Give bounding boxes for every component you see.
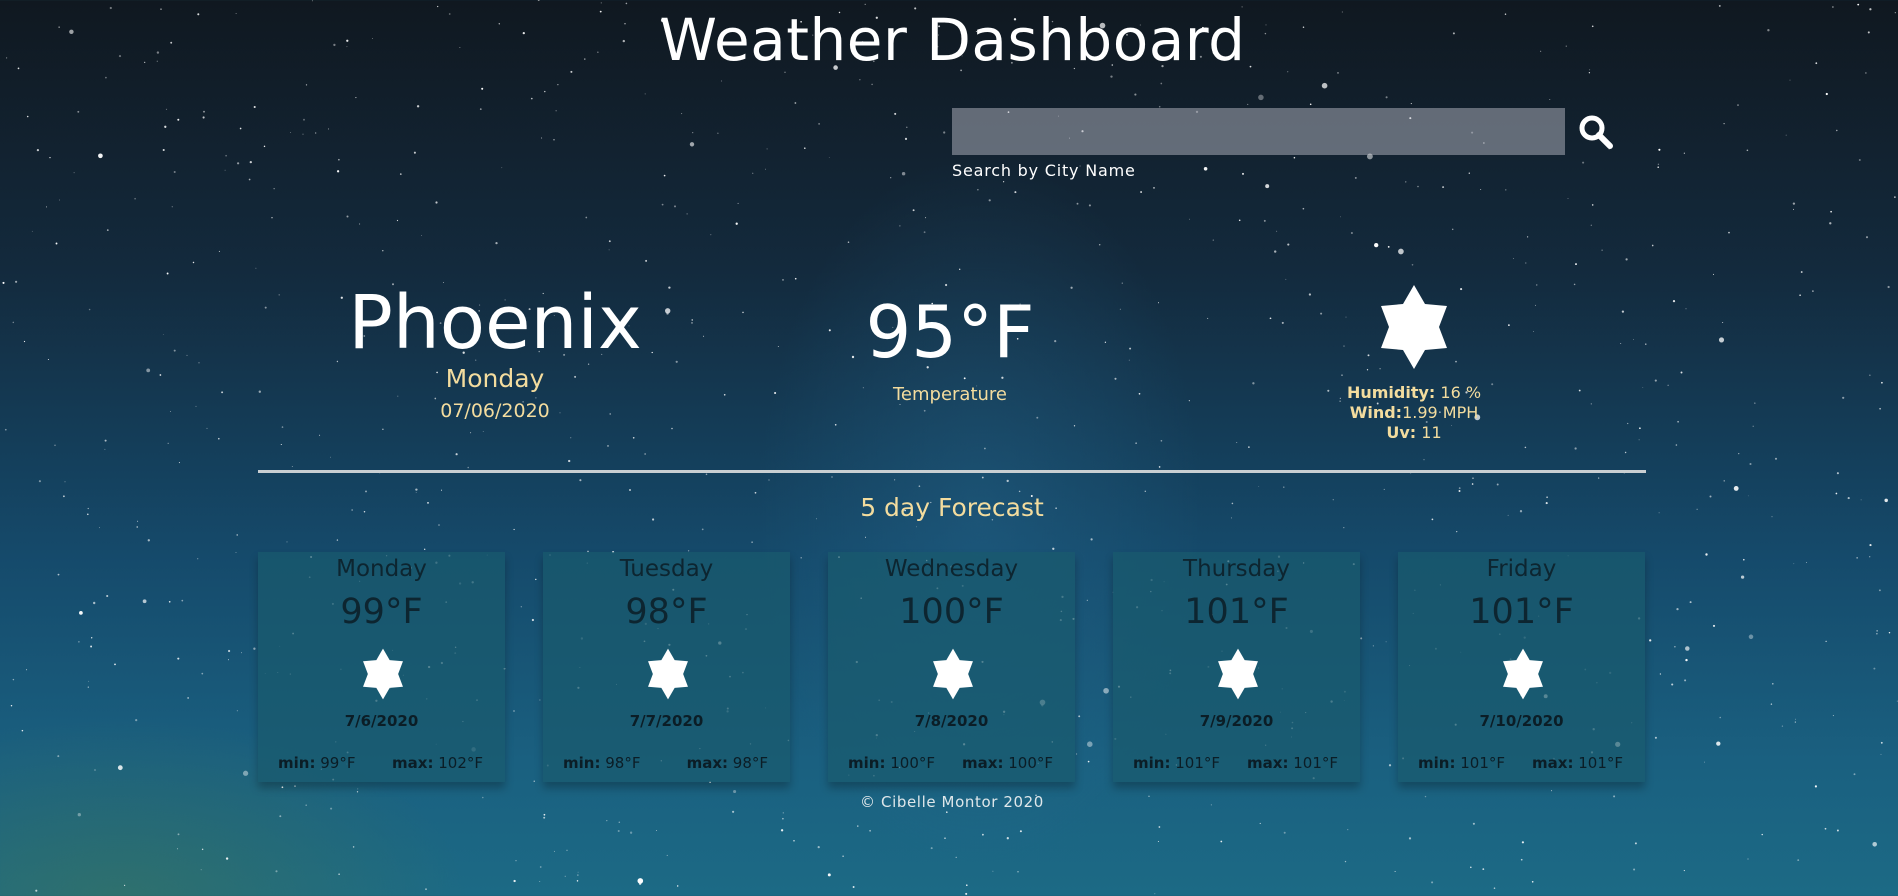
- page-title: Weather Dashboard: [659, 6, 1246, 74]
- max-value: 100°F: [1008, 754, 1053, 772]
- max-label: max:: [962, 754, 1004, 772]
- humidity-row: Humidity: 16 %: [1264, 383, 1564, 403]
- forecast-card: Friday 101°F 7/10/2020 min: 101°F max: 1…: [1398, 552, 1645, 782]
- min-label: min:: [278, 754, 316, 772]
- max-value: 101°F: [1293, 754, 1338, 772]
- forecast-max: max: 102°F: [392, 754, 483, 772]
- min-value: 101°F: [1175, 754, 1220, 772]
- divider: [258, 470, 1646, 473]
- forecast-temp: 101°F: [1184, 592, 1289, 632]
- forecast-temp: 98°F: [625, 592, 708, 632]
- uv-value: 11: [1421, 423, 1442, 442]
- forecast-card: Wednesday 100°F 7/8/2020 min: 100°F max:…: [828, 552, 1075, 782]
- temperature-label: Temperature: [892, 384, 1008, 405]
- forecast-min: min: 98°F: [563, 754, 640, 772]
- forecast-max: max: 100°F: [962, 754, 1053, 772]
- forecast-min: min: 101°F: [1133, 754, 1220, 772]
- current-temperature: 95°F: [865, 290, 1035, 374]
- forecast-min: min: 100°F: [848, 754, 935, 772]
- forecast-day: Monday: [336, 556, 427, 582]
- wind-label: Wind:: [1349, 403, 1403, 422]
- sun-icon: [1215, 648, 1261, 700]
- forecast-day: Friday: [1486, 556, 1557, 582]
- humidity-value: 16 %: [1440, 383, 1482, 402]
- forecast-temp: 100°F: [899, 592, 1004, 632]
- sun-icon: [1500, 648, 1546, 700]
- forecast-min: min: 101°F: [1418, 754, 1505, 772]
- forecast-title: 5 day Forecast: [860, 493, 1044, 522]
- max-value: 98°F: [732, 754, 768, 772]
- search-icon[interactable]: [1578, 114, 1614, 150]
- max-label: max:: [686, 754, 728, 772]
- uv-label: Uv:: [1386, 423, 1417, 442]
- min-value: 99°F: [320, 754, 356, 772]
- forecast-temp: 99°F: [340, 592, 423, 632]
- forecast-day: Wednesday: [884, 556, 1019, 582]
- max-value: 102°F: [438, 754, 483, 772]
- min-label: min:: [563, 754, 601, 772]
- humidity-label: Humidity:: [1346, 383, 1436, 402]
- forecast-card: Thursday 101°F 7/9/2020 min: 101°F max: …: [1113, 552, 1360, 782]
- footer-copyright: © Cibelle Montor 2020: [860, 793, 1044, 811]
- sun-icon: [645, 648, 691, 700]
- current-day: Monday: [445, 364, 545, 393]
- sun-icon: [1376, 285, 1452, 369]
- forecast-max: max: 98°F: [687, 754, 768, 772]
- forecast-day: Tuesday: [619, 556, 714, 582]
- max-label: max:: [1247, 754, 1289, 772]
- min-value: 100°F: [890, 754, 935, 772]
- forecast-date: 7/9/2020: [1199, 712, 1274, 730]
- forecast-max: max: 101°F: [1532, 754, 1623, 772]
- forecast-min: min: 99°F: [278, 754, 355, 772]
- search-label: Search by City Name: [952, 161, 1136, 180]
- max-label: max:: [392, 754, 434, 772]
- min-value: 98°F: [605, 754, 641, 772]
- min-label: min:: [848, 754, 886, 772]
- min-label: min:: [1133, 754, 1171, 772]
- forecast-temp: 101°F: [1469, 592, 1574, 632]
- current-stats: Humidity: 16 % Wind:1.99 MPH Uv: 11: [1264, 383, 1564, 443]
- uv-row: Uv: 11: [1264, 423, 1564, 443]
- wind-row: Wind:1.99 MPH: [1264, 403, 1564, 423]
- forecast-date: 7/10/2020: [1479, 712, 1564, 730]
- min-value: 101°F: [1460, 754, 1505, 772]
- forecast-date: 7/7/2020: [629, 712, 704, 730]
- forecast-max: max: 101°F: [1247, 754, 1338, 772]
- forecast-day: Thursday: [1183, 556, 1290, 582]
- sun-icon: [360, 648, 406, 700]
- forecast-card: Tuesday 98°F 7/7/2020 min: 98°F max: 98°…: [543, 552, 790, 782]
- forecast-date: 7/8/2020: [914, 712, 989, 730]
- max-value: 101°F: [1578, 754, 1623, 772]
- current-date: 07/06/2020: [440, 400, 550, 422]
- search-input[interactable]: [952, 108, 1565, 155]
- min-label: min:: [1418, 754, 1456, 772]
- current-city: Phoenix: [348, 280, 642, 366]
- max-label: max:: [1532, 754, 1574, 772]
- sun-icon: [930, 648, 976, 700]
- wind-value: 1.99 MPH: [1402, 403, 1479, 422]
- forecast-date: 7/6/2020: [344, 712, 419, 730]
- forecast-card: Monday 99°F 7/6/2020 min: 99°F max: 102°…: [258, 552, 505, 782]
